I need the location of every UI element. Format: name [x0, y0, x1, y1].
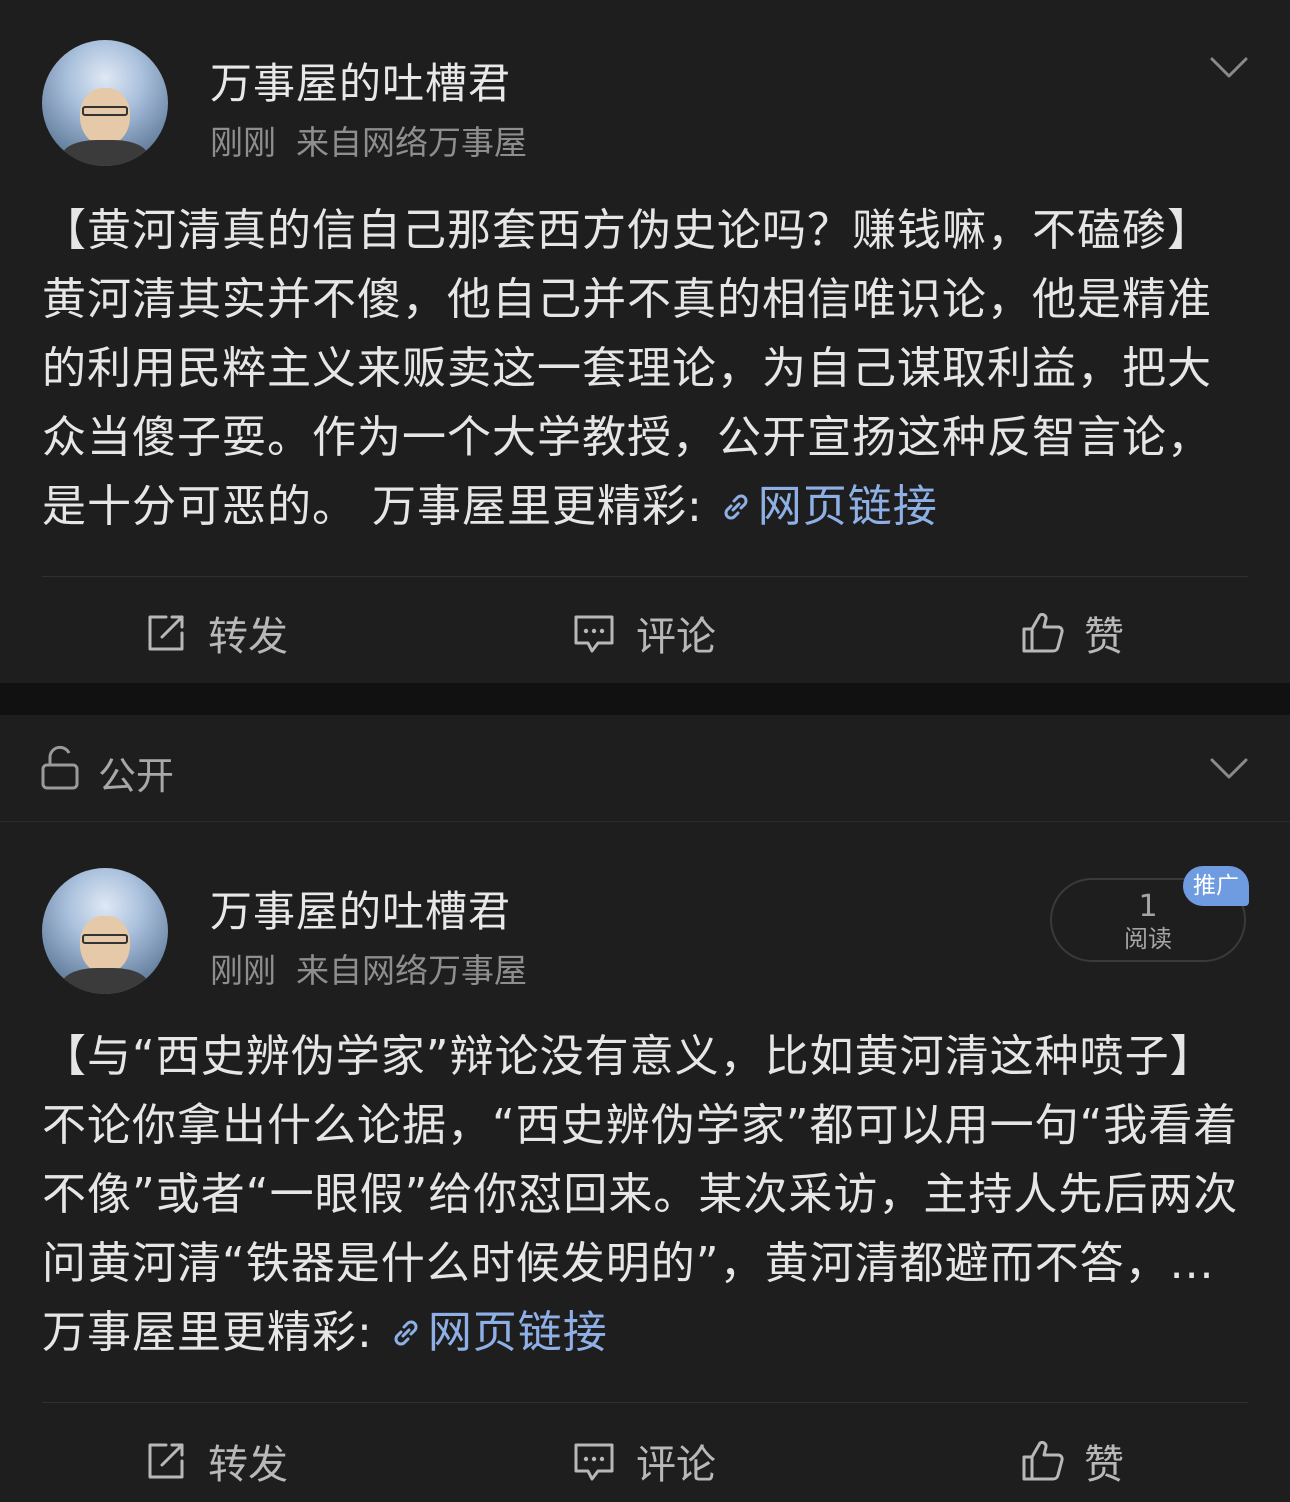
- post-content: 【黄河清真的信自己那套西方伪史论吗？赚钱嘛，不磕碜】黄河清其实并不傻，他自己并不…: [42, 196, 1240, 541]
- comment-button[interactable]: 评论: [572, 604, 716, 662]
- web-link[interactable]: 网页链接: [388, 1307, 608, 1358]
- repost-button[interactable]: 转发: [144, 1432, 288, 1490]
- repost-icon: [148, 615, 184, 651]
- web-link-label: 网页链接: [757, 481, 938, 532]
- post-text: 【黄河清真的信自己那套西方伪史论吗？赚钱嘛，不磕碜】黄河清其实并不傻，他自己并不…: [42, 205, 1212, 532]
- repost-button[interactable]: 转发: [144, 604, 288, 662]
- post-time: 刚刚: [210, 123, 276, 162]
- author-name[interactable]: 万事屋的吐槽君: [210, 878, 511, 939]
- post-meta: 刚刚 来自网络万事屋: [210, 944, 547, 992]
- comment-label: 评论: [636, 1442, 716, 1488]
- post-content: 【与“西史辨伪学家”辩论没有意义，比如黄河清这种喷子】不论你拿出什么论据，“西史…: [42, 1022, 1240, 1367]
- like-button[interactable]: 赞: [1020, 1432, 1124, 1490]
- promote-tag[interactable]: 推广: [1183, 866, 1249, 906]
- chevron-down-icon[interactable]: [1210, 56, 1248, 80]
- post-time: 刚刚: [210, 951, 276, 990]
- link-icon: [724, 494, 748, 520]
- web-link[interactable]: 网页链接: [718, 481, 938, 532]
- web-link-label: 网页链接: [427, 1307, 608, 1358]
- repost-icon: [148, 1443, 184, 1479]
- comment-icon: [574, 615, 614, 653]
- divider: [42, 1402, 1248, 1403]
- like-button[interactable]: 赞: [1020, 604, 1124, 662]
- visibility-label: 公开: [98, 754, 175, 798]
- avatar[interactable]: [42, 868, 168, 994]
- post-card-1: 万事屋的吐槽君 刚刚 来自网络万事屋 【黄河清真的信自己那套西方伪史论吗？赚钱嘛，…: [0, 0, 1290, 683]
- avatar[interactable]: [42, 40, 168, 166]
- post-source: 来自网络万事屋: [296, 951, 527, 990]
- visibility-bar[interactable]: 公开: [0, 715, 1290, 822]
- post-source: 来自网络万事屋: [296, 123, 527, 162]
- section-gap: [0, 683, 1290, 715]
- comment-label: 评论: [636, 614, 716, 660]
- author-name[interactable]: 万事屋的吐槽君: [210, 50, 511, 111]
- read-label: 阅读: [1124, 925, 1172, 953]
- like-label: 赞: [1084, 1442, 1124, 1488]
- repost-label: 转发: [208, 1442, 288, 1488]
- link-icon: [394, 1320, 418, 1346]
- post-meta: 刚刚 来自网络万事屋: [210, 116, 547, 164]
- comment-button[interactable]: 评论: [572, 1432, 716, 1490]
- comment-icon: [574, 1443, 614, 1481]
- unlock-icon: [41, 745, 79, 790]
- repost-label: 转发: [208, 614, 288, 660]
- post-text: 【与“西史辨伪学家”辩论没有意义，比如黄河清这种喷子】不论你拿出什么论据，“西史…: [42, 1031, 1239, 1358]
- thumbs-up-icon: [1022, 612, 1064, 653]
- like-label: 赞: [1084, 614, 1124, 660]
- thumbs-up-icon: [1022, 1440, 1064, 1481]
- chevron-down-icon[interactable]: [1210, 757, 1248, 781]
- divider: [42, 576, 1248, 577]
